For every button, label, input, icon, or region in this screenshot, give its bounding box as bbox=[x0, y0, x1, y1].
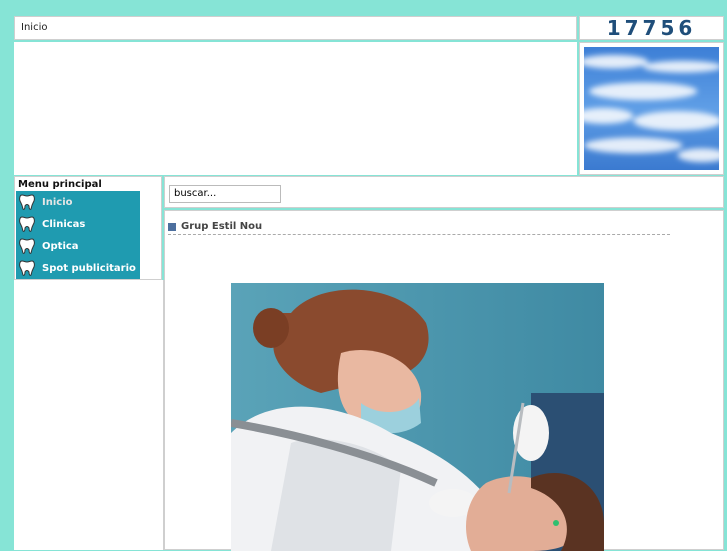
search-panel bbox=[164, 176, 724, 208]
visit-counter-value: 17756 bbox=[606, 16, 697, 40]
menu-item-inicio[interactable]: Inicio bbox=[16, 191, 140, 213]
main-menu: Menu principal Inicio Clinicas Optica Sp… bbox=[14, 176, 162, 280]
dentist-photo bbox=[231, 283, 604, 551]
tooth-icon bbox=[19, 260, 35, 276]
menu-item-spot-publicitario[interactable]: Spot publicitario bbox=[16, 257, 140, 279]
tooth-icon bbox=[19, 194, 35, 210]
sky-image-box bbox=[574, 42, 727, 175]
tooth-icon bbox=[19, 216, 35, 232]
sky-image bbox=[574, 47, 727, 170]
search-input[interactable] bbox=[169, 184, 281, 203]
visit-counter: 17756 bbox=[579, 16, 724, 40]
breadcrumb-label[interactable]: Inicio bbox=[21, 22, 47, 33]
content-heading: Grup Estil Nou bbox=[168, 219, 670, 235]
header-banner bbox=[14, 42, 577, 175]
main-menu-title: Menu principal bbox=[18, 179, 102, 190]
breadcrumb: Inicio bbox=[14, 16, 577, 40]
menu-item-label: Inicio bbox=[42, 196, 73, 208]
menu-item-label: Clinicas bbox=[42, 218, 86, 230]
main-content: Grup Estil Nou bbox=[164, 210, 724, 551]
menu-item-optica[interactable]: Optica bbox=[16, 235, 140, 257]
menu-item-clinicas[interactable]: Clinicas bbox=[16, 213, 140, 235]
menu-item-label: Optica bbox=[42, 240, 79, 252]
tooth-icon bbox=[19, 238, 35, 254]
menu-item-label: Spot publicitario bbox=[42, 262, 136, 274]
square-bullet-icon bbox=[168, 222, 176, 231]
content-title: Grup Estil Nou bbox=[181, 221, 263, 232]
left-column bbox=[14, 280, 164, 550]
